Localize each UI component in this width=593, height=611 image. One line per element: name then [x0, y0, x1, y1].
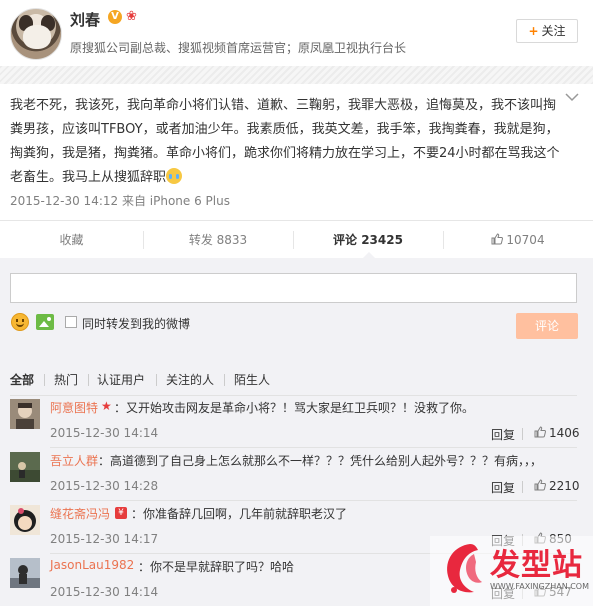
comment-like-button[interactable]: 2210: [534, 479, 580, 493]
hair-logo-icon: [447, 544, 482, 593]
comment-username[interactable]: 吾立人群: [50, 452, 98, 469]
header-divider: [0, 66, 593, 84]
comment-like-count: 2210: [549, 479, 580, 493]
star-badge-icon: ★: [101, 399, 112, 413]
avatar[interactable]: [10, 399, 40, 429]
reply-button[interactable]: 回复: [491, 479, 515, 496]
comment-action-divider: [522, 481, 523, 493]
image-icon[interactable]: [36, 314, 54, 330]
comment-like-count: 1406: [549, 426, 580, 440]
thumbs-up-icon: [534, 426, 546, 438]
comment-time: 2015-12-30 14:14: [50, 426, 159, 440]
avatar[interactable]: [10, 558, 40, 588]
comment-username[interactable]: 阿意图特: [50, 399, 98, 416]
like-button[interactable]: 10704: [443, 221, 593, 259]
user-bio: 原搜狐公司副总裁、搜狐视频首席运营官；原凤凰卫视执行台长: [70, 41, 407, 55]
plus-icon: +: [528, 24, 539, 38]
comment-input[interactable]: [10, 273, 577, 303]
chevron-down-icon[interactable]: [565, 92, 579, 106]
comment-divider: [50, 447, 577, 448]
post-action-bar: 收藏 转发 8833 评论 23425 10704: [0, 220, 593, 259]
comment-text: ：又开始攻击网友是革命小将？！骂大家是红卫兵呗？！没救了你。: [114, 401, 475, 415]
repost-checkbox[interactable]: [65, 316, 77, 328]
comment-username[interactable]: 缝花斋冯冯: [50, 505, 110, 522]
comment-like-button[interactable]: 1406: [534, 426, 580, 440]
comment-text: ：高道德到了自己身上怎么就那么不一样？？？凭什么给别人起外号？？？有病，，，: [98, 454, 543, 468]
vip-badge-icon: ❀: [126, 9, 137, 24]
comment-text: ：你不是早就辞职了吗？哈哈: [138, 560, 295, 574]
comment-time: 2015-12-30 14:17: [50, 532, 159, 546]
reply-button[interactable]: 回复: [491, 426, 515, 443]
post-body: 我老不死，我该死，我向革命小将们认错、道歉、三鞠躬，我罪大恶极，追悔莫及，我不该…: [10, 98, 560, 185]
avatar[interactable]: [10, 505, 40, 535]
filter-hot[interactable]: 热门: [54, 371, 78, 388]
comment-time: 2015-12-30 14:14: [50, 585, 159, 599]
like-count: 10704: [506, 233, 545, 247]
filter-divider: [44, 374, 45, 386]
vip-badge-icon: ¥: [115, 507, 127, 519]
repost-button[interactable]: 转发 8833: [143, 221, 293, 259]
comment-username[interactable]: JasonLau1982: [50, 558, 134, 572]
emoji-icon[interactable]: [11, 313, 29, 331]
post-meta: 2015-12-30 14:12 来自 iPhone 6 Plus: [10, 194, 230, 208]
user-name[interactable]: 刘春: [70, 9, 100, 30]
filter-strangers[interactable]: 陌生人: [234, 371, 270, 388]
site-watermark: 发型站 WWW.FAXINGZHAN.COM: [430, 536, 593, 606]
follow-button[interactable]: + 关注: [516, 19, 578, 43]
filter-divider-line: [10, 395, 577, 396]
comment-item: 阿意图特 ★ ：又开始攻击网友是革命小将？！骂大家是红卫兵呗？！没救了你。 20…: [0, 399, 593, 452]
filter-divider: [88, 374, 89, 386]
avatar[interactable]: [10, 452, 40, 482]
profile-header: 刘春 V ❀ 原搜狐公司副总裁、搜狐视频首席运营官；原凤凰卫视执行台长 + 关注: [0, 0, 593, 66]
repost-checkbox-label: 同时转发到我的微博: [82, 317, 191, 331]
comment-item: 吾立人群 ：高道德到了自己身上怎么就那么不一样？？？凭什么给别人起外号？？？有病…: [0, 452, 593, 505]
filter-divider: [156, 374, 157, 386]
favorite-button[interactable]: 收藏: [0, 221, 143, 259]
crying-emoji-icon: [166, 168, 183, 184]
filter-verified[interactable]: 认证用户: [97, 371, 145, 388]
weibo-post: 我老不死，我该死，我向革命小将们认错、道歉、三鞠躬，我罪大恶极，追悔莫及，我不该…: [0, 84, 593, 220]
filter-following[interactable]: 关注的人: [166, 371, 214, 388]
follow-label: 关注: [541, 24, 566, 38]
filter-all[interactable]: 全部: [10, 371, 34, 388]
avatar[interactable]: [10, 8, 62, 60]
watermark-url: WWW.FAXINGZHAN.COM: [490, 582, 589, 591]
thumbs-up-icon: [491, 233, 504, 245]
watermark-title: 发型站: [490, 548, 583, 583]
comment-time: 2015-12-30 14:28: [50, 479, 159, 493]
comment-action-divider: [522, 428, 523, 440]
comment-divider: [50, 500, 577, 501]
submit-comment-button[interactable]: 评论: [516, 313, 578, 339]
filter-divider: [224, 374, 225, 386]
thumbs-up-icon: [534, 479, 546, 491]
post-text: 我老不死，我该死，我向革命小将们认错、道歉、三鞠躬，我罪大恶极，追悔莫及，我不该…: [10, 94, 560, 190]
verified-badge-icon: V: [108, 10, 122, 24]
comment-text: ：你准备辞几回啊，几年前就辞职老汉了: [131, 507, 348, 521]
